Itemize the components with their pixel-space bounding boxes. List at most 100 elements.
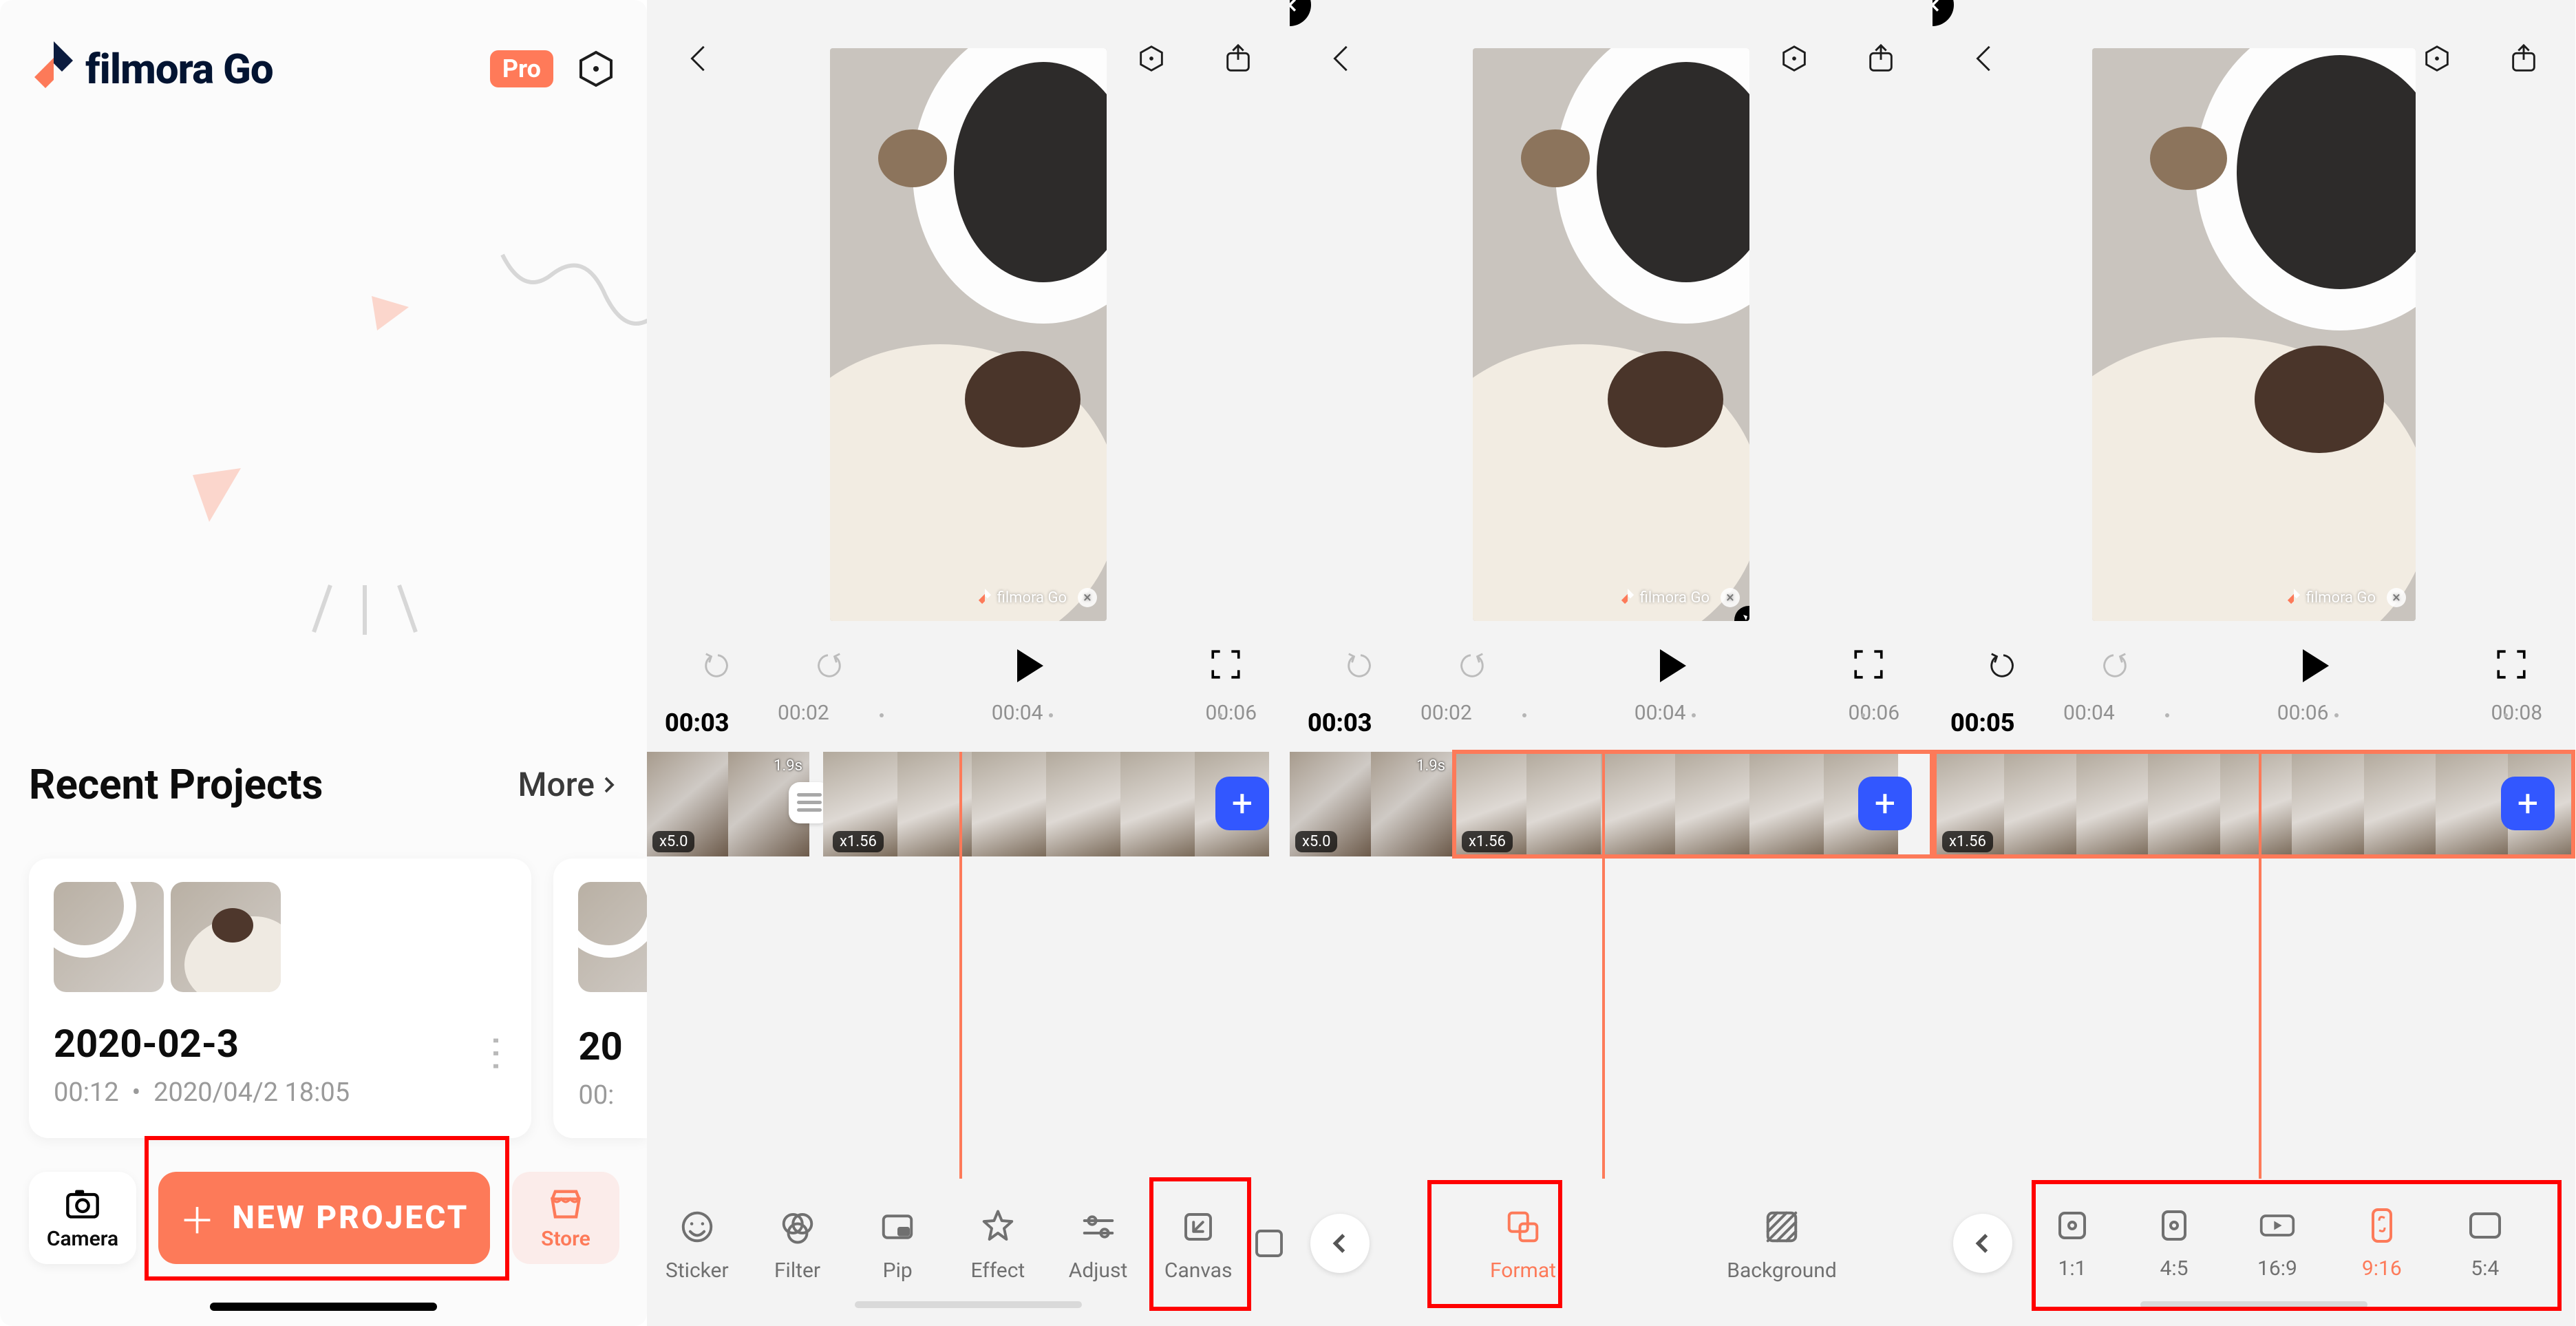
tool-canvas[interactable]: Canvas [1148, 1205, 1248, 1283]
settings-button[interactable] [2413, 34, 2461, 83]
recent-projects-title: Recent Projects [29, 760, 323, 809]
redo-button[interactable] [804, 642, 852, 690]
preview-area[interactable]: filmora Go × [2092, 48, 2416, 621]
undo-button[interactable] [694, 642, 742, 690]
tool-scrollbar[interactable] [2140, 1301, 2367, 1308]
play-button[interactable] [1017, 649, 1043, 682]
timeline-ruler[interactable]: 00:03 00:0200:0400:06 [647, 690, 1290, 739]
new-project-button[interactable]: ＋ NEW PROJECT [158, 1172, 490, 1264]
background-icon [1763, 1208, 1800, 1245]
project-card[interactable]: 20 00: [553, 859, 647, 1138]
settings-button[interactable] [1770, 34, 1818, 83]
portrait-4-5-icon [2160, 1209, 2188, 1242]
main-toolstrip: Sticker Filter Pip Effect Adjust Canvas [647, 1188, 1290, 1298]
pro-badge[interactable]: Pro [490, 50, 553, 87]
project-subtitle: 00: [578, 1080, 647, 1111]
ratio-16-9[interactable]: 16:9 [2257, 1207, 2297, 1281]
undo-button[interactable] [1979, 642, 2027, 690]
timeline[interactable]: 1.9s x5.0 x1.56 + [1290, 752, 1933, 856]
timeline[interactable]: x1.56 + [1933, 752, 2575, 856]
project-thumbnail [54, 882, 164, 992]
fullscreen-button[interactable] [2494, 647, 2529, 684]
tool-more[interactable] [1248, 1221, 1290, 1265]
playhead[interactable] [959, 752, 962, 1179]
tool-adjust[interactable]: Adjust [1048, 1205, 1149, 1283]
settings-button[interactable] [577, 50, 615, 88]
redo-icon [2098, 650, 2129, 682]
timeline-ruler[interactable]: 00:03 00:0200:0400:06 [1290, 690, 1933, 739]
export-button[interactable] [2500, 34, 2548, 83]
home-screen: filmora Go Pro Recent Projects More [0, 0, 647, 1326]
project-subtitle: 00:12 • 2020/04/2 18:05 [54, 1077, 507, 1108]
portrait-9-16-icon [2370, 1207, 2394, 1244]
undo-icon [1345, 650, 1376, 682]
back-button[interactable] [1960, 34, 2008, 83]
tool-background[interactable]: Background [1732, 1205, 1832, 1283]
tool-effect[interactable]: Effect [948, 1205, 1048, 1283]
export-button[interactable] [1214, 34, 1262, 83]
timeline-ruler[interactable]: 00:05 00:0400:0600:08 [1933, 690, 2575, 739]
undo-icon [1988, 650, 2019, 682]
ratio-9-16[interactable]: 9:16 [2362, 1207, 2402, 1281]
redo-button[interactable] [2089, 642, 2138, 690]
clip-a[interactable]: 1.9s x5.0 [1290, 752, 1452, 856]
remove-watermark-button[interactable]: × [1078, 588, 1097, 607]
chevron-left-icon [683, 43, 714, 74]
home-indicator [210, 1303, 437, 1311]
fullscreen-button[interactable] [1851, 647, 1886, 684]
export-icon [1865, 43, 1897, 74]
store-label: Store [541, 1227, 590, 1251]
play-button[interactable] [1660, 649, 1686, 682]
remove-watermark-button[interactable]: × [2387, 588, 2406, 607]
plus-icon: ＋ [180, 1192, 217, 1244]
ratio-1-1[interactable]: 1:1 [2054, 1207, 2091, 1281]
tool-format[interactable]: Format [1473, 1205, 1573, 1283]
add-clip-button[interactable]: + [1858, 777, 1912, 830]
remove-watermark-button[interactable]: × [1721, 588, 1740, 607]
project-title: 20 [578, 1024, 647, 1069]
settings-button[interactable] [1127, 34, 1175, 83]
more-label: More [518, 765, 595, 804]
preview-area[interactable]: filmora Go × [830, 48, 1107, 621]
export-icon [2508, 43, 2540, 74]
store-button[interactable]: Store [512, 1172, 619, 1264]
add-clip-button[interactable]: + [1215, 777, 1269, 830]
clip-a[interactable]: 1.9s x5.0 [647, 752, 809, 856]
ratio-5-4[interactable]: 5:4 [2467, 1207, 2504, 1281]
timeline[interactable]: 1.9s x5.0 x1.56 + [647, 752, 1290, 856]
store-icon [548, 1186, 584, 1221]
tool-filter[interactable]: Filter [747, 1205, 848, 1283]
project-thumbnail [171, 882, 281, 992]
watermark: filmora Go × [2287, 588, 2406, 607]
toolstrip-back-button[interactable] [1953, 1214, 2012, 1273]
logo-mark-icon [978, 589, 992, 607]
clip-speed: x5.0 [1295, 831, 1337, 852]
tool-pip[interactable]: Pip [847, 1205, 948, 1283]
export-button[interactable] [1857, 34, 1905, 83]
ratio-4-5[interactable]: 4:5 [2155, 1207, 2193, 1281]
redo-icon [1455, 650, 1487, 682]
preview-image [1473, 48, 1749, 621]
back-button[interactable] [1317, 34, 1365, 83]
logo-mark-icon [1621, 589, 1635, 607]
playhead[interactable] [2259, 752, 2261, 1179]
playhead[interactable] [1602, 752, 1605, 1179]
logo-mark-icon [2287, 589, 2301, 607]
camera-button[interactable]: Camera [29, 1172, 136, 1264]
add-clip-button[interactable]: + [2501, 777, 2555, 830]
undo-button[interactable] [1337, 642, 1385, 690]
back-button[interactable] [674, 34, 723, 83]
toolstrip-back-button[interactable] [1310, 1214, 1370, 1273]
fullscreen-button[interactable] [1209, 647, 1243, 684]
play-button[interactable] [2303, 649, 2329, 682]
pip-icon [879, 1208, 916, 1245]
clip-speed: x1.56 [833, 831, 884, 852]
tool-scrollbar[interactable] [855, 1301, 1082, 1308]
tool-sticker[interactable]: Sticker [647, 1205, 747, 1283]
more-button[interactable]: More [518, 765, 619, 804]
chevron-left-icon [1972, 1232, 1994, 1254]
project-card[interactable]: 2020-02-3 00:12 • 2020/04/2 18:05 ⋯ [29, 859, 531, 1138]
redo-button[interactable] [1447, 642, 1495, 690]
project-menu-button[interactable]: ⋯ [474, 1034, 520, 1064]
preview-area[interactable]: filmora Go × [1473, 48, 1749, 621]
